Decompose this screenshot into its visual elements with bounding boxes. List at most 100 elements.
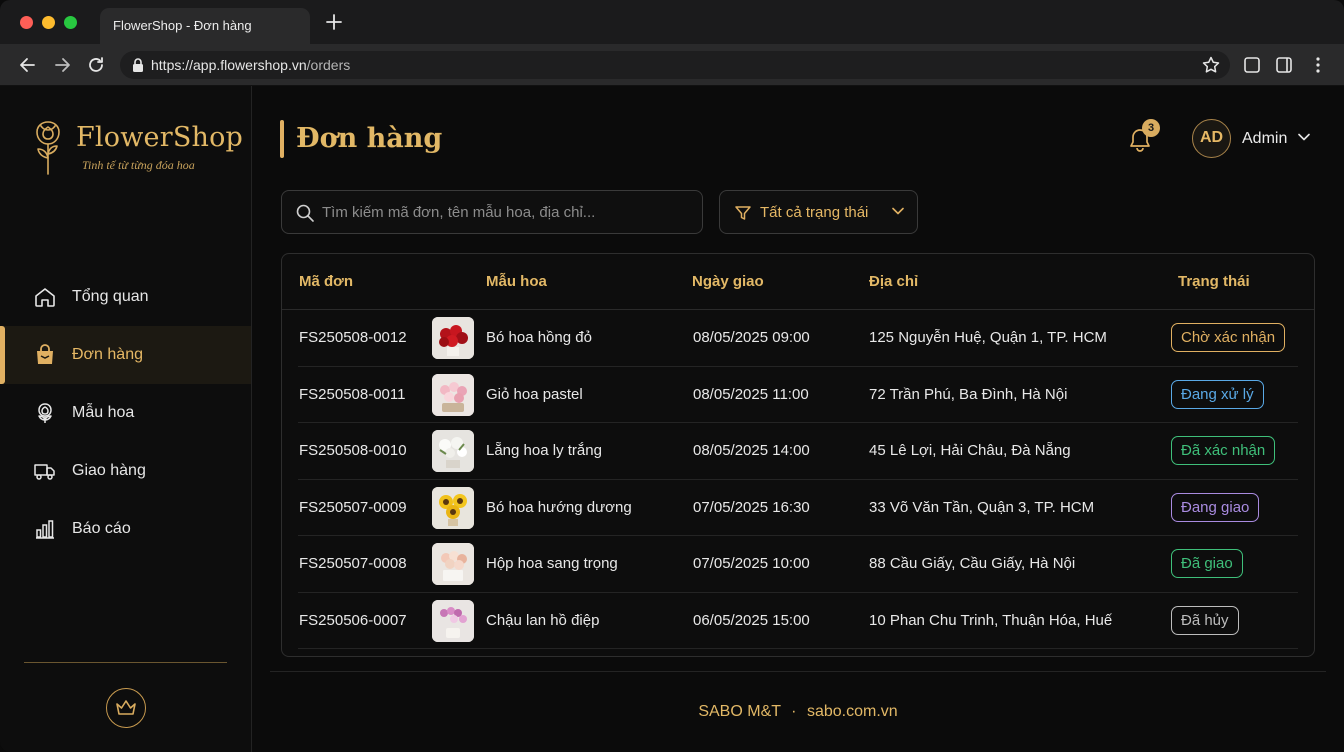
order-id[interactable]: FS250508-0011 [299, 386, 405, 403]
lock-icon [133, 58, 143, 72]
delivery-address: 10 Phan Chu Trinh, Thuận Hóa, Huế [869, 611, 1113, 629]
table-row[interactable]: FS250507-0009 Bó hoa hướng dương 07/05/202… [298, 480, 1298, 536]
window-controls [20, 16, 77, 29]
bar-chart-icon [36, 520, 54, 539]
chevron-down-icon [892, 207, 904, 215]
avatar[interactable]: AD [1192, 119, 1231, 158]
browser-tab-active[interactable]: FlowerShop - Đơn hàng [100, 8, 310, 44]
red-rose-bouquet-image [432, 317, 474, 359]
browser-window: FlowerShop - Đơn hàng https://app.flower… [0, 0, 1344, 752]
footer: SABO M&T · sabo.com.vn [252, 703, 1344, 721]
footer-site-link[interactable]: sabo.com.vn [807, 703, 898, 720]
bookmark-star-icon[interactable] [1201, 55, 1221, 75]
status-badge: Đã xác nhận [1171, 436, 1276, 465]
product-name: Bó hoa hồng đỏ [486, 329, 592, 346]
delivery-address: 45 Lê Lợi, Hải Châu, Đà Nẵng [869, 442, 1071, 459]
sunflower-image [432, 486, 474, 529]
product-thumbnail [432, 373, 474, 416]
premium-crown-button[interactable] [106, 688, 146, 728]
search-box [281, 190, 703, 234]
sidebar-menu: Tổng quan Đơn hàng Mẫu hoa Giao hàng Báo… [0, 268, 251, 558]
table-row[interactable]: FS250506-0007 Chậu lan hồ điệp 06/05/2025 … [298, 593, 1298, 649]
reload-icon[interactable] [86, 55, 106, 75]
product-name: Giỏ hoa pastel [486, 385, 583, 403]
sidebar-item-reports[interactable]: Báo cáo [0, 500, 251, 558]
table-row[interactable]: FS250508-0012 Bó hoa hồng đỏ 08/05/2025 09… [298, 310, 1298, 367]
delivery-address: 125 Nguyễn Huệ, Quận 1, TP. HCM [869, 329, 1107, 346]
order-id[interactable]: FS250506-0007 [299, 612, 407, 629]
column-header-product[interactable]: Mẫu hoa [486, 273, 547, 290]
status-badge: Đang giao [1171, 492, 1260, 522]
browser-toolbar: https://app.flowershop.vn/orders [0, 44, 1344, 86]
status-filter-dropdown[interactable]: Tất cả trạng thái [719, 190, 918, 234]
sidebar-toggle-icon[interactable] [1274, 55, 1294, 75]
flower-icon [38, 403, 52, 423]
delivery-date: 07/05/2025 10:00 [693, 555, 810, 572]
column-header-delivery-date[interactable]: Ngày giao [692, 273, 764, 290]
rose-logo-icon [36, 121, 60, 175]
delivery-date: 08/05/2025 14:00 [693, 442, 810, 459]
app-root: FlowerShop Tinh tế từ từng đóa hoa Tổng … [0, 86, 1344, 752]
column-header-status[interactable]: Trạng thái [1178, 273, 1250, 290]
title-accent-bar [280, 120, 284, 158]
sidebar-item-flower-designs[interactable]: Mẫu hoa [0, 384, 251, 442]
product-thumbnail [432, 317, 474, 359]
luxury-box-image [432, 543, 474, 585]
truck-icon [34, 464, 55, 480]
maximize-window-button[interactable] [64, 16, 77, 29]
status-badge: Đang xử lý [1171, 379, 1264, 409]
filter-icon [735, 206, 751, 220]
user-name[interactable]: Admin [1242, 130, 1287, 148]
shopping-bag-icon [37, 344, 53, 364]
table-row[interactable]: FS250508-0011 Giỏ hoa pastel 08/05/2025 11… [298, 367, 1298, 423]
status-filter-label: Tất cả trạng thái [760, 204, 869, 221]
sidebar-item-delivery[interactable]: Giao hàng [0, 442, 251, 500]
table-row[interactable]: FS250508-0010 Lẵng hoa ly trắng 08/05/2025… [298, 423, 1298, 480]
forward-arrow-icon[interactable] [52, 55, 72, 75]
chevron-down-icon[interactable] [1298, 133, 1310, 141]
delivery-date: 08/05/2025 11:00 [693, 385, 809, 403]
tab-title: FlowerShop - Đơn hàng [113, 18, 252, 33]
order-id[interactable]: FS250508-0012 [299, 329, 407, 346]
more-menu-icon[interactable] [1308, 55, 1328, 75]
main-content: Đơn hàng 3 AD Admin Tất cả trạng thái Mã… [252, 86, 1344, 752]
white-lily-image [432, 430, 474, 472]
minimize-window-button[interactable] [42, 16, 55, 29]
brand-logo[interactable]: FlowerShop Tinh tế từ từng đóa hoa [30, 118, 244, 178]
crown-icon [116, 700, 136, 715]
close-window-button[interactable] [20, 16, 33, 29]
search-input[interactable] [322, 191, 692, 233]
sidebar-item-orders[interactable]: Đơn hàng [0, 326, 251, 384]
sidebar-item-label: Giao hàng [72, 462, 146, 479]
sidebar-divider [24, 662, 227, 663]
order-id[interactable]: FS250507-0008 [299, 555, 407, 572]
delivery-date: 07/05/2025 16:30 [693, 498, 810, 516]
product-name: Hộp hoa sang trọng [486, 555, 618, 572]
table-row[interactable]: FS250507-0008 Hộp hoa sang trọng 07/05/202… [298, 536, 1298, 593]
sidebar-item-overview[interactable]: Tổng quan [0, 268, 251, 326]
url-path: /orders [306, 57, 351, 73]
order-id[interactable]: FS250508-0010 [299, 442, 407, 459]
delivery-address: 33 Võ Văn Tần, Quận 3, TP. HCM [869, 498, 1095, 516]
product-thumbnail [432, 543, 474, 585]
sidebar-item-label: Tổng quan [72, 288, 149, 305]
footer-separator: · [791, 703, 797, 720]
product-name: Chậu lan hồ điệp [486, 611, 600, 629]
plus-icon [326, 14, 342, 30]
search-icon [296, 204, 314, 222]
address-bar[interactable]: https://app.flowershop.vn/orders [120, 51, 1230, 79]
product-name: Lẵng hoa ly trắng [486, 442, 602, 459]
product-thumbnail [432, 486, 474, 529]
column-header-address[interactable]: Địa chỉ [869, 273, 918, 290]
brand-name: FlowerShop [76, 122, 244, 153]
brand-tagline: Tinh tế từ từng đóa hoa [82, 158, 195, 172]
order-id[interactable]: FS250507-0009 [299, 499, 407, 516]
notification-badge: 3 [1142, 119, 1160, 137]
back-arrow-icon[interactable] [18, 55, 38, 75]
pastel-basket-image [432, 373, 474, 416]
new-tab-button[interactable] [322, 10, 346, 34]
column-header-order-id[interactable]: Mã đơn [299, 273, 353, 290]
tab-view-icon[interactable] [1242, 55, 1262, 75]
sidebar-item-label: Báo cáo [72, 520, 131, 537]
status-badge: Đã hủy [1171, 605, 1239, 635]
